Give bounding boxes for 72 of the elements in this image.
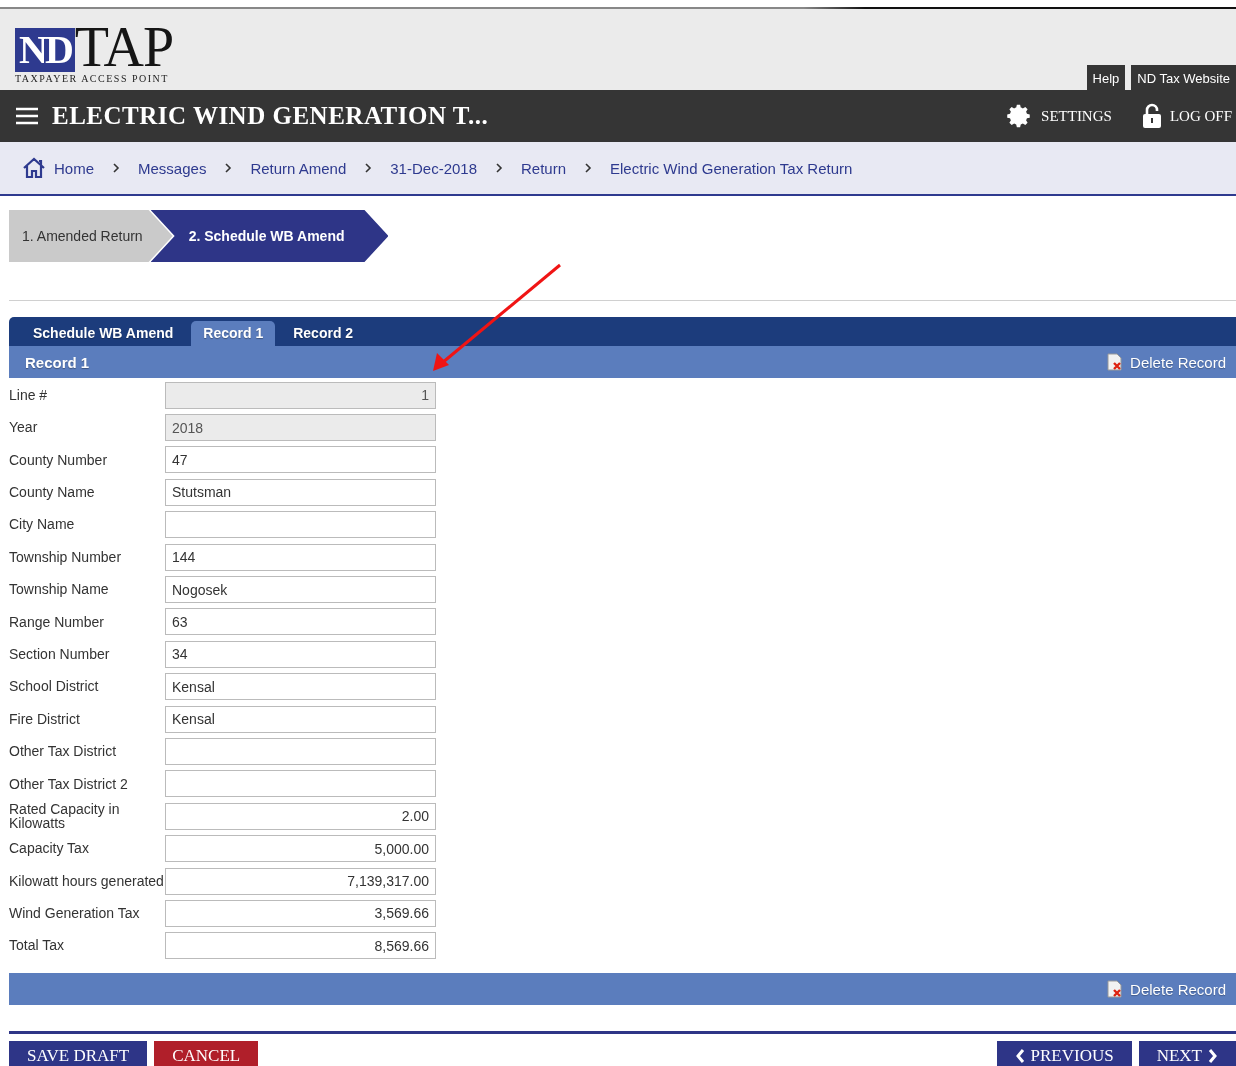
field-label: Rated Capacity in Kilowatts: [9, 801, 121, 831]
breadcrumb-link[interactable]: Messages: [138, 159, 207, 177]
input-field[interactable]: 47: [165, 446, 436, 474]
input-field[interactable]: Stutsman: [165, 478, 436, 506]
breadcrumb-link[interactable]: 31-Dec-2018: [390, 159, 477, 177]
field-label: County Number: [9, 452, 109, 468]
field-label: City Name: [9, 517, 76, 533]
input-field[interactable]: Kensal: [165, 673, 436, 701]
field-label: Other Tax District 2: [9, 776, 129, 792]
home-icon: [22, 157, 46, 179]
field-label: Township Name: [9, 582, 110, 597]
delete-document-icon: [1106, 353, 1125, 371]
field-label: Kilowatt hours generated: [9, 873, 165, 889]
delete-record-button[interactable]: Delete Record: [1106, 980, 1226, 999]
field-label: County Name: [9, 485, 96, 500]
header-link[interactable]: ND Tax Website: [1131, 65, 1236, 90]
tab[interactable]: Schedule WB Amend: [21, 321, 186, 346]
log-off-button[interactable]: LOG OFF: [1141, 103, 1236, 129]
breadcrumb-link[interactable]: Return Amend: [250, 159, 347, 177]
input-field[interactable]: 144: [165, 543, 436, 571]
delete-document-icon: [1106, 980, 1125, 999]
input-field[interactable]: Kensal: [165, 705, 436, 733]
chevron-icon: [495, 163, 503, 173]
chevron-left-icon: [1014, 1048, 1025, 1065]
input-field[interactable]: [165, 738, 436, 765]
tab[interactable]: Record 2: [281, 321, 366, 346]
input-field[interactable]: Nogosek: [165, 576, 436, 604]
logo-mark: ND: [15, 27, 75, 72]
section-title: Record 1: [25, 353, 90, 371]
breadcrumb-link[interactable]: Return: [521, 159, 567, 177]
field-label: Section Number: [9, 646, 111, 662]
menu-icon[interactable]: [16, 107, 38, 125]
field-label: Other Tax District: [9, 744, 118, 759]
field-label: School District: [9, 679, 100, 695]
chevron-icon: [364, 163, 373, 173]
input-field[interactable]: [165, 770, 436, 798]
chevron-icon: [584, 163, 593, 173]
field-label: Township Number: [9, 549, 123, 565]
input-field[interactable]: [165, 511, 436, 539]
input-field[interactable]: 34: [165, 640, 436, 668]
previous-button[interactable]: PREVIOUS: [996, 1041, 1132, 1066]
chevron-icon: [112, 163, 120, 173]
field-label: Year: [9, 420, 39, 435]
delete-record-button[interactable]: Delete Record: [1106, 353, 1226, 371]
input-field[interactable]: 5,000.00: [165, 835, 436, 863]
input-field[interactable]: 2.00: [165, 802, 436, 830]
field-label: Capacity Tax: [9, 841, 90, 856]
field-label: Line #: [9, 387, 49, 403]
page-title: ELECTRIC WIND GENERATION T...: [52, 102, 490, 130]
cancel-button[interactable]: CANCEL: [154, 1041, 259, 1066]
input-field[interactable]: 3,569.66: [165, 899, 436, 927]
logo-name: TAP: [74, 21, 174, 72]
field-label: Wind Generation Tax: [9, 906, 141, 921]
input-field[interactable]: 63: [165, 608, 436, 636]
next-button[interactable]: NEXT: [1138, 1041, 1236, 1066]
input-field[interactable]: 8,569.66: [165, 932, 436, 960]
input-field[interactable]: 7,139,317.00: [165, 867, 436, 895]
breadcrumb-link[interactable]: Home: [22, 157, 94, 179]
field-label: Total Tax: [9, 938, 65, 954]
header-link[interactable]: Help: [1086, 65, 1126, 90]
settings-button[interactable]: SETTINGS: [1007, 103, 1116, 129]
field-label: Fire District: [9, 711, 81, 727]
wizard-step[interactable]: 2. Schedule WB Amend: [150, 210, 389, 262]
chevron-icon: [224, 163, 233, 173]
field-label: Range Number: [9, 614, 105, 630]
tab[interactable]: Record 1: [191, 321, 276, 346]
wizard-step[interactable]: 1. Amended Return: [9, 210, 173, 262]
padlock-icon: [1141, 103, 1162, 129]
save-draft-button[interactable]: SAVE DRAFT: [9, 1041, 148, 1066]
logo-tagline: TAXPAYER ACCESS POINT: [15, 72, 170, 84]
chevron-right-icon: [1208, 1048, 1218, 1065]
breadcrumb-link[interactable]: Electric Wind Generation Tax Return: [610, 159, 853, 177]
